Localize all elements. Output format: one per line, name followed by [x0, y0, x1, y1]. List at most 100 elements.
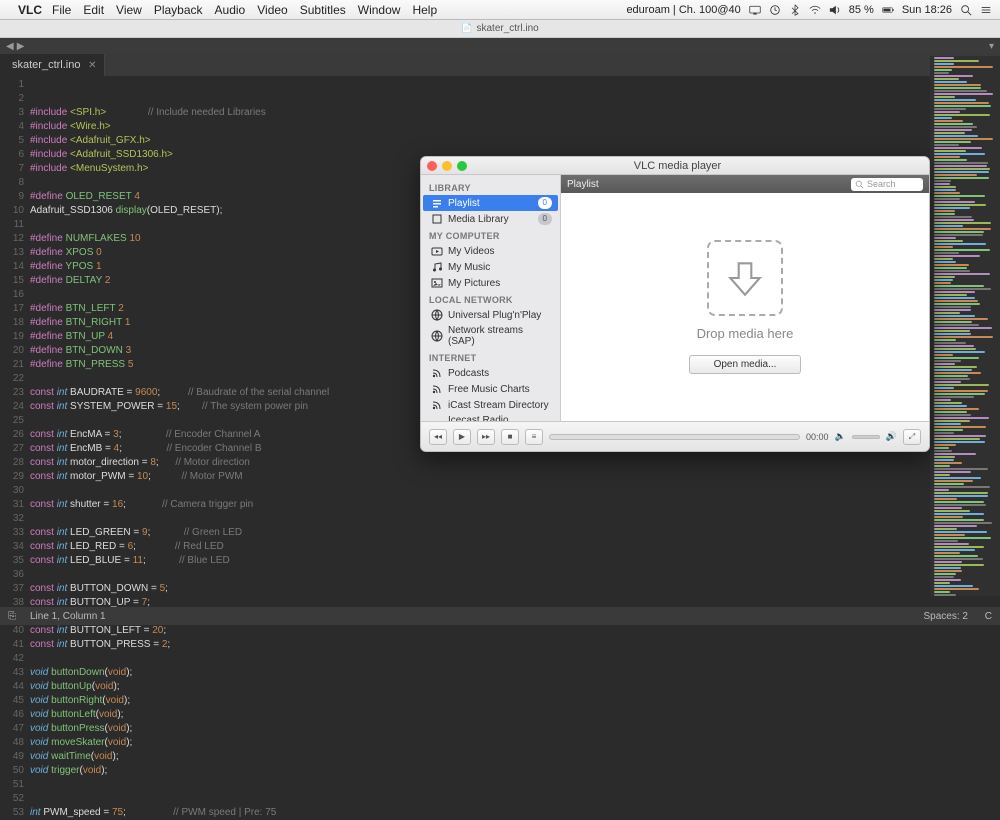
library-icon [431, 213, 443, 225]
sidebar-item-label: My Pictures [448, 278, 500, 289]
sidebar-item-label: Podcasts [448, 368, 489, 379]
sidebar-badge: 0 [538, 213, 552, 225]
video-icon [431, 245, 443, 257]
nav-back-icon[interactable]: ◀ [6, 41, 14, 52]
vlc-titlebar[interactable]: VLC media player [421, 157, 929, 175]
window-close-icon[interactable] [427, 161, 437, 171]
sidebar-item-label: Universal Plug'n'Play [448, 310, 541, 321]
menubar-app-name[interactable]: VLC [18, 3, 42, 17]
pathbar-filename: skater_ctrl.ino [476, 23, 538, 34]
stop-button[interactable]: ■ [501, 429, 519, 445]
wifi-icon[interactable] [809, 3, 821, 15]
menu-subtitles[interactable]: Subtitles [300, 3, 346, 17]
next-button[interactable]: ▸▸ [477, 429, 495, 445]
menu-video[interactable]: Video [257, 3, 287, 17]
vlc-title-text: VLC media player [472, 160, 883, 172]
status-wifi-label[interactable]: eduroam | Ch. 100@40 [626, 4, 740, 16]
status-spaces[interactable]: Spaces: 2 [924, 611, 968, 622]
sidebar-item-label: My Music [448, 262, 490, 273]
sidebar-item-label: Icecast Radio Directory [448, 415, 550, 421]
sidebar-item-label: My Videos [448, 246, 495, 257]
sidebar-item-playlist[interactable]: Playlist 0 [423, 195, 558, 211]
sidebar-item-icecast-radio-directory[interactable]: Icecast Radio Directory [423, 413, 558, 421]
mute-button[interactable]: 🔈 [835, 431, 846, 442]
time-display: 00:00 [806, 432, 829, 442]
nav-forward-icon[interactable]: ▶ [17, 41, 25, 52]
editor-pathbar: 📄 skater_ctrl.ino [0, 20, 1000, 38]
sidebar-item-label: iCast Stream Directory [448, 400, 549, 411]
open-media-button[interactable]: Open media... [689, 355, 802, 374]
macos-menubar: VLC File Edit View Playback Audio Video … [0, 0, 1000, 20]
sidebar-item-label: Media Library [448, 214, 509, 225]
net-icon [431, 309, 443, 321]
bluetooth-icon[interactable] [789, 3, 801, 15]
screen-mirror-icon[interactable] [749, 3, 761, 15]
menu-edit[interactable]: Edit [83, 3, 104, 17]
rss-icon [431, 420, 443, 421]
menu-window[interactable]: Window [358, 3, 401, 17]
time-machine-icon[interactable] [769, 3, 781, 15]
window-minimize-icon[interactable] [442, 161, 452, 171]
menu-playback[interactable]: Playback [154, 3, 203, 17]
playlist-toggle-button[interactable]: ≡ [525, 429, 543, 445]
sidebar-item-label: Playlist [448, 198, 480, 209]
drop-target-icon [707, 240, 783, 316]
vlc-column-header: Playlist Search [561, 175, 929, 193]
drop-text: Drop media here [697, 326, 794, 341]
prev-button[interactable]: ◂◂ [429, 429, 447, 445]
editor-statusbar: ⎘ Line 1, Column 1 Spaces: 2 C [0, 607, 1000, 625]
volume-icon[interactable] [829, 3, 841, 15]
net-icon [431, 330, 443, 342]
rss-icon [431, 399, 443, 411]
notification-center-icon[interactable] [980, 3, 992, 15]
vlc-drop-area[interactable]: Drop media here Open media... [561, 193, 929, 421]
line-gutter: 1234567891011121314151617181920212223242… [0, 76, 30, 601]
music-icon [431, 261, 443, 273]
battery-icon[interactable] [882, 3, 894, 15]
volume-max-icon: 🔊 [886, 431, 897, 442]
nav-dropdown-icon[interactable]: ▾ [989, 41, 994, 52]
tab-skater-ctrl[interactable]: skater_ctrl.ino ✕ [0, 54, 105, 76]
spotlight-icon[interactable] [960, 3, 972, 15]
sidebar-item-free-music-charts[interactable]: Free Music Charts [423, 381, 558, 397]
sidebar-item-universal-plug-n-play[interactable]: Universal Plug'n'Play [423, 307, 558, 323]
playlist-icon [431, 197, 443, 209]
seek-slider[interactable] [549, 434, 800, 440]
play-button[interactable]: ▶ [453, 429, 471, 445]
menu-audio[interactable]: Audio [215, 3, 246, 17]
sidebar-header: INTERNET [421, 349, 560, 365]
sidebar-item-network-streams-sap-[interactable]: Network streams (SAP) [423, 323, 558, 349]
sidebar-item-media-library[interactable]: Media Library 0 [423, 211, 558, 227]
rss-icon [431, 383, 443, 395]
vlc-window[interactable]: VLC media player LIBRARY Playlist 0 Medi… [420, 156, 930, 452]
status-clock[interactable]: Sun 18:26 [902, 4, 952, 16]
search-placeholder: Search [867, 179, 896, 189]
minimap[interactable] [930, 56, 1000, 596]
menu-file[interactable]: File [52, 3, 71, 17]
sidebar-item-my-pictures[interactable]: My Pictures [423, 275, 558, 291]
rss-icon [431, 367, 443, 379]
sidebar-item-my-videos[interactable]: My Videos [423, 243, 558, 259]
status-lang[interactable]: C [985, 611, 992, 622]
status-line-col[interactable]: Line 1, Column 1 [30, 611, 106, 622]
tab-close-icon[interactable]: ✕ [88, 60, 96, 71]
sidebar-item-label: Network streams (SAP) [448, 325, 550, 347]
sidebar-item-podcasts[interactable]: Podcasts [423, 365, 558, 381]
file-icon: 📄 [461, 23, 472, 34]
status-branch-icon[interactable]: ⎘ [8, 611, 16, 622]
menu-help[interactable]: Help [412, 3, 437, 17]
vlc-search-input[interactable]: Search [851, 178, 923, 191]
vlc-header-title: Playlist [567, 179, 599, 190]
sidebar-item-my-music[interactable]: My Music [423, 259, 558, 275]
vlc-sidebar: LIBRARY Playlist 0 Media Library 0 MY CO… [421, 175, 561, 421]
pictures-icon [431, 277, 443, 289]
tab-label: skater_ctrl.ino [12, 59, 80, 71]
volume-slider[interactable] [852, 435, 880, 439]
fullscreen-button[interactable]: ⤢ [903, 429, 921, 445]
menu-view[interactable]: View [116, 3, 142, 17]
status-battery-pct[interactable]: 85 % [849, 4, 874, 16]
editor-tabs: skater_ctrl.ino ✕ [0, 54, 1000, 76]
sidebar-header: LOCAL NETWORK [421, 291, 560, 307]
sidebar-item-icast-stream-directory[interactable]: iCast Stream Directory [423, 397, 558, 413]
window-zoom-icon[interactable] [457, 161, 467, 171]
